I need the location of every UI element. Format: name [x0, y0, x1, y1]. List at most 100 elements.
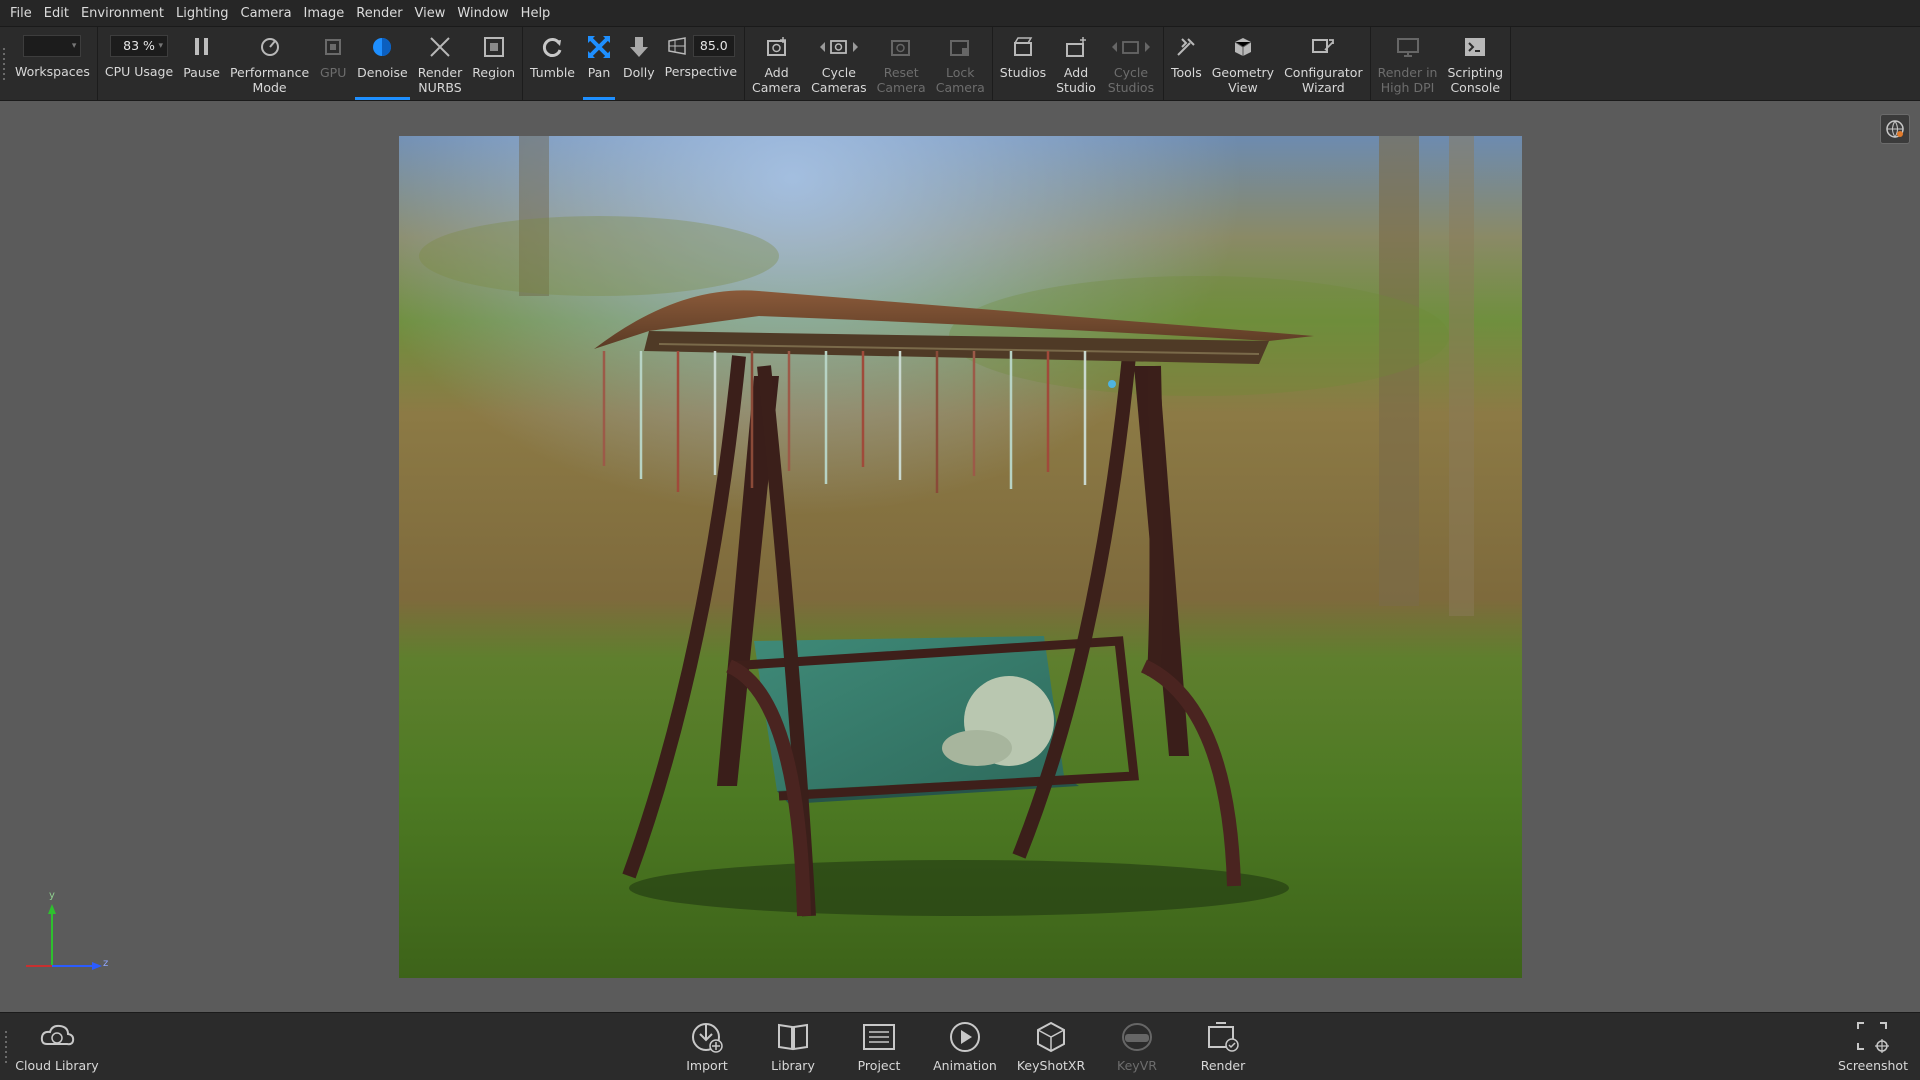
denoise-icon [368, 33, 396, 61]
group-camera-nav: Tumble Pan Dolly 85.0 Perspective [523, 27, 746, 100]
keyshotxr-label: KeyShotXR [1016, 1058, 1086, 1073]
workspaces-dropdown[interactable]: ▾ [23, 35, 82, 57]
reset-camera-label: Reset Camera [876, 65, 926, 95]
render-nurbs-label: Render NURBS [417, 65, 463, 95]
pause-label: Pause [183, 65, 220, 80]
screenshot-button[interactable]: Screenshot [1830, 1019, 1916, 1073]
add-camera-button[interactable]: Add Camera [747, 27, 806, 100]
workspaces-label: Workspaces [15, 64, 90, 79]
perspective-tool[interactable]: 85.0 Perspective [660, 27, 742, 100]
project-icon [859, 1019, 899, 1055]
tools-button[interactable]: Tools [1166, 27, 1207, 100]
pan-button[interactable]: Pan [580, 27, 618, 100]
render-button[interactable]: Render [1180, 1019, 1266, 1073]
render-high-dpi-button[interactable]: Render in High DPI [1373, 27, 1443, 100]
pause-icon [188, 33, 216, 61]
cpu-usage-value: 83 % [123, 38, 155, 53]
gpu-button[interactable]: GPU [314, 27, 352, 100]
menu-camera[interactable]: Camera [235, 0, 298, 27]
dolly-icon [625, 33, 653, 61]
menu-file[interactable]: File [4, 0, 38, 27]
toolbar-grip[interactable] [0, 27, 8, 100]
render-high-dpi-label: Render in High DPI [1377, 65, 1438, 95]
tools-label: Tools [1170, 65, 1202, 80]
cloud-library-label: Cloud Library [15, 1058, 99, 1073]
gpu-label: GPU [319, 65, 347, 80]
lock-camera-button[interactable]: Lock Camera [931, 27, 990, 100]
dolly-button[interactable]: Dolly [618, 27, 660, 100]
menu-view[interactable]: View [409, 0, 452, 27]
menu-edit[interactable]: Edit [38, 0, 75, 27]
performance-mode-label: Performance Mode [229, 65, 310, 95]
render-viewport[interactable]: y z [0, 102, 1920, 1012]
cpu-usage-label: CPU Usage [104, 64, 174, 79]
menu-image[interactable]: Image [298, 0, 351, 27]
screenshot-icon [1853, 1019, 1893, 1055]
render-icon [1203, 1019, 1243, 1055]
studios-button[interactable]: Studios [995, 27, 1051, 100]
cloud-library-button[interactable]: Cloud Library [14, 1019, 100, 1073]
cycle-studios-icon [1106, 33, 1156, 61]
project-button[interactable]: Project [836, 1019, 922, 1073]
library-button[interactable]: Library [750, 1019, 836, 1073]
region-button[interactable]: Region [467, 27, 520, 100]
viewport-settings-button[interactable] [1880, 114, 1910, 144]
group-workspaces: ▾ Workspaces [8, 27, 98, 100]
perspective-icon [668, 37, 686, 55]
tumble-label: Tumble [530, 65, 575, 80]
geometry-view-icon [1229, 33, 1257, 61]
configurator-wizard-label: Configurator Wizard [1284, 65, 1363, 95]
globe-icon [1886, 120, 1904, 138]
region-icon [480, 33, 508, 61]
keyshot-window: File Edit Environment Lighting Camera Im… [0, 0, 1920, 1080]
import-button[interactable]: Import [664, 1019, 750, 1073]
add-studio-icon [1062, 33, 1090, 61]
porch-swing-render [399, 136, 1522, 978]
denoise-button[interactable]: Denoise [352, 27, 413, 100]
ribbon-toolbar: ▾ Workspaces 83 % ▾ CPU Usage Pause Perfo… [0, 27, 1920, 101]
render-nurbs-button[interactable]: Render NURBS [413, 27, 468, 100]
animation-icon [945, 1019, 985, 1055]
tumble-button[interactable]: Tumble [525, 27, 580, 100]
pan-label: Pan [587, 65, 611, 80]
keyshotxr-icon [1031, 1019, 1071, 1055]
group-misc: Render in High DPI Scripting Console [1371, 27, 1512, 100]
scripting-console-button[interactable]: Scripting Console [1442, 27, 1508, 100]
add-studio-button[interactable]: Add Studio [1051, 27, 1101, 100]
workspaces-tool[interactable]: ▾ Workspaces [10, 27, 95, 100]
menu-lighting[interactable]: Lighting [170, 0, 235, 27]
render-image[interactable] [399, 136, 1522, 978]
geometry-view-button[interactable]: Geometry View [1207, 27, 1279, 100]
menu-help[interactable]: Help [515, 0, 557, 27]
group-studios: Studios Add Studio Cycle Studios [993, 27, 1164, 100]
cycle-studios-button[interactable]: Cycle Studios [1101, 27, 1161, 100]
region-label: Region [472, 65, 516, 80]
pan-icon [585, 33, 613, 61]
performance-mode-button[interactable]: Performance Mode [225, 27, 314, 100]
keyvr-label: KeyVR [1117, 1058, 1157, 1073]
cpu-usage-tool[interactable]: 83 % ▾ CPU Usage [100, 27, 178, 100]
pause-button[interactable]: Pause [178, 27, 225, 100]
configurator-wizard-button[interactable]: Configurator Wizard [1279, 27, 1368, 100]
bottom-grip[interactable] [2, 1013, 10, 1080]
cycle-cameras-button[interactable]: Cycle Cameras [806, 27, 872, 100]
import-label: Import [686, 1058, 728, 1073]
axis-y-label: y [49, 890, 55, 901]
menu-render[interactable]: Render [350, 0, 408, 27]
keyshotxr-button[interactable]: KeyShotXR [1008, 1019, 1094, 1073]
bottom-toolbar: Cloud Library Import Library Project Ani… [0, 1012, 1920, 1080]
reset-camera-button[interactable]: Reset Camera [872, 27, 931, 100]
fov-input[interactable]: 85.0 [692, 35, 735, 57]
lock-camera-label: Lock Camera [935, 65, 985, 95]
animation-button[interactable]: Animation [922, 1019, 1008, 1073]
group-tools: Tools Geometry View Configurator Wizard [1164, 27, 1371, 100]
keyvr-button[interactable]: KeyVR [1094, 1019, 1180, 1073]
menu-environment[interactable]: Environment [75, 0, 170, 27]
dolly-label: Dolly [622, 65, 655, 80]
render-nurbs-icon [426, 33, 454, 61]
cpu-usage-dropdown[interactable]: 83 % ▾ [110, 35, 169, 57]
lock-camera-icon [946, 33, 974, 61]
gpu-icon [319, 33, 347, 61]
menu-window[interactable]: Window [451, 0, 514, 27]
studios-icon [1009, 33, 1037, 61]
